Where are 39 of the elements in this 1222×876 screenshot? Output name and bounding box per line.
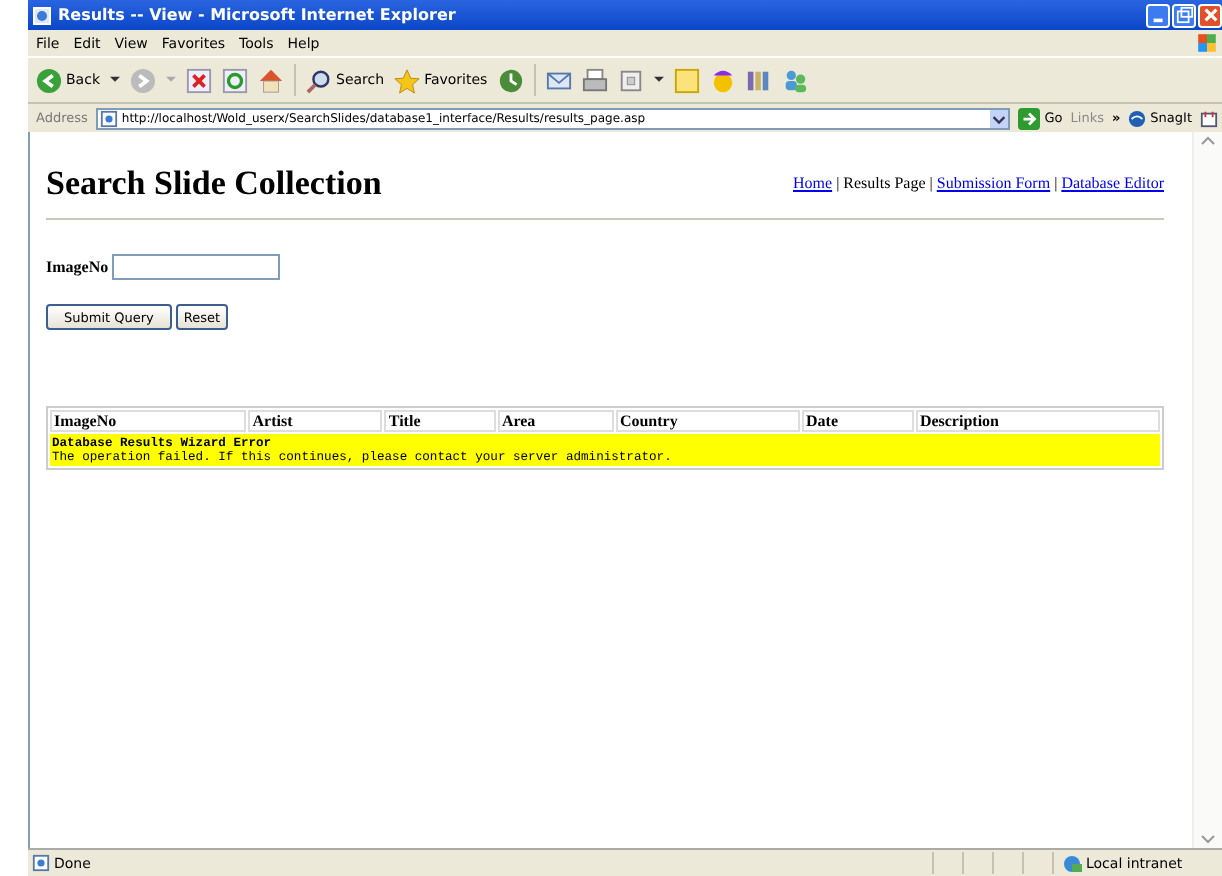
- star-icon[interactable]: [394, 67, 421, 93]
- page-heading: Search Slide Collection: [46, 164, 382, 204]
- windows-logo-icon: [1196, 32, 1218, 54]
- caret-icon[interactable]: [110, 76, 120, 84]
- printer-icon[interactable]: [581, 67, 608, 93]
- window-title: Results -- View - Microsoft Internet Explorer: [58, 6, 456, 24]
- globe-icon: [1062, 853, 1082, 873]
- search-icon[interactable]: [306, 67, 332, 93]
- page-icon: [32, 854, 50, 872]
- field-label: ImageNo: [46, 258, 109, 276]
- nav-separator: |: [1054, 173, 1058, 191]
- home-icon[interactable]: [258, 67, 284, 93]
- nav-separator: |: [836, 173, 840, 191]
- scrollbar[interactable]: [1192, 132, 1222, 848]
- column-header: ImageNo: [50, 410, 247, 432]
- column-header: Artist: [248, 410, 383, 432]
- stop-icon[interactable]: [186, 67, 212, 93]
- column-header: Title: [384, 410, 496, 432]
- dropdown-icon[interactable]: [990, 109, 1009, 127]
- globe-icon[interactable]: [1128, 109, 1147, 127]
- mail-icon[interactable]: [545, 67, 572, 93]
- users-icon[interactable]: [781, 67, 808, 93]
- page-icon: [99, 109, 118, 127]
- nav-link[interactable]: Home: [793, 173, 833, 191]
- nav-link[interactable]: Submission Form: [936, 173, 1051, 191]
- refresh-icon[interactable]: [222, 67, 248, 93]
- column-header: Area: [497, 410, 614, 432]
- current-page: Results Page: [843, 173, 926, 191]
- history-icon[interactable]: [497, 67, 524, 93]
- go-arrow-icon[interactable]: [1018, 107, 1041, 129]
- column-header: Description: [915, 410, 1160, 432]
- column-header: Date: [802, 410, 914, 432]
- nav-link[interactable]: Database Editor: [1061, 173, 1164, 191]
- imageno-field[interactable]: [112, 254, 281, 280]
- caret-icon[interactable]: [653, 76, 664, 84]
- column-header: Country: [615, 410, 800, 432]
- browser-icon: [32, 5, 52, 25]
- books-icon[interactable]: [745, 67, 772, 93]
- nav-separator: |: [929, 173, 933, 191]
